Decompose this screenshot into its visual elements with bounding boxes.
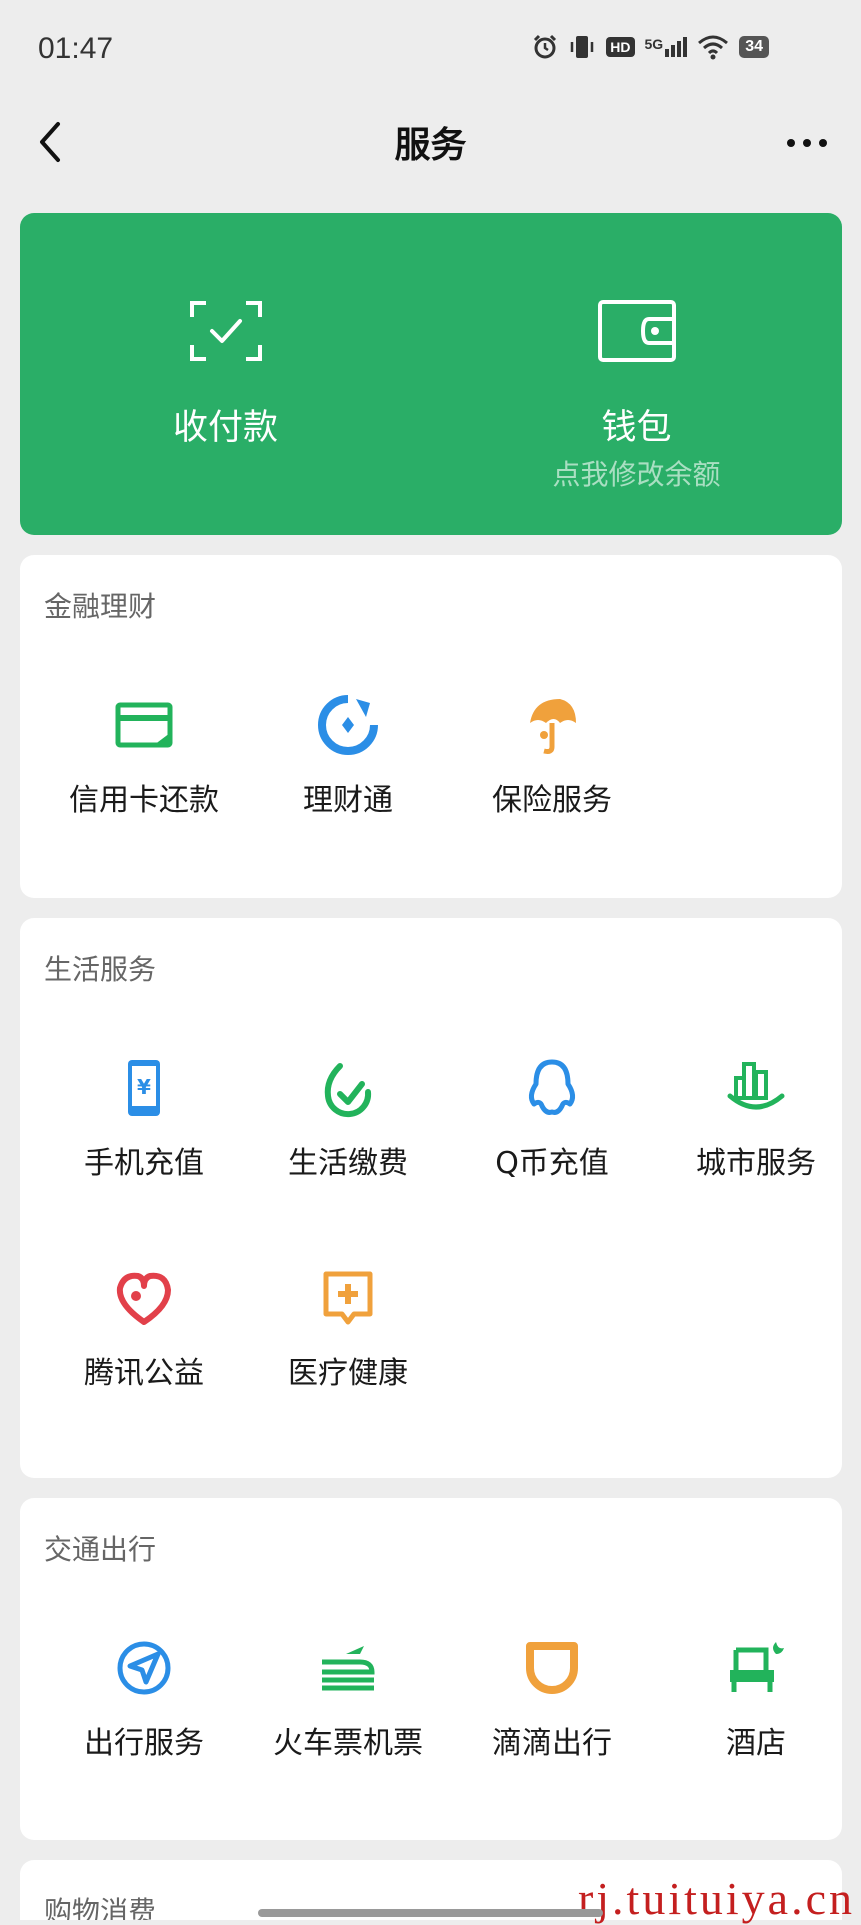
status-bar: 01:47 HD 5G 34: [0, 0, 861, 100]
wallet-button[interactable]: 钱包 点我修改余额: [431, 213, 842, 535]
service-label: 城市服务: [696, 1146, 816, 1181]
service-label: 酒店: [726, 1726, 786, 1761]
page-title: 服务: [394, 125, 467, 166]
battery-icon: 34: [739, 36, 769, 58]
more-button[interactable]: [779, 118, 835, 168]
phone-yen-icon: ¥: [128, 1060, 160, 1116]
didi-icon: [526, 1642, 578, 1694]
network-type: 5G: [644, 36, 664, 52]
home-indicator[interactable]: [258, 1909, 603, 1917]
heart-icon: [116, 1272, 171, 1325]
mobile-topup-item[interactable]: ¥ 手机充值: [42, 1028, 246, 1181]
life-services-section: 生活服务 ¥ 手机充值 生活缴费 Q币充值 城市服务 腾讯公益 医疗健康: [20, 918, 842, 1478]
service-label: 信用卡还款: [69, 783, 219, 818]
service-label: 滴滴出行: [492, 1726, 612, 1761]
scan-check-icon: [189, 301, 262, 361]
qcoin-topup-item[interactable]: Q币充值: [450, 1028, 654, 1181]
hd-icon: HD: [606, 37, 635, 57]
service-label: 理财通: [303, 783, 393, 818]
navigation-arrow-icon: [117, 1641, 171, 1695]
train-flight-item[interactable]: 火车票机票: [246, 1608, 450, 1761]
transport-section: 交通出行 出行服务 火车票机票 滴滴出行 酒店: [20, 1498, 842, 1840]
service-label: 医疗健康: [288, 1356, 408, 1391]
city-buildings-icon: [727, 1062, 785, 1110]
vibrate-icon: [571, 36, 594, 58]
signal-icon: 5G: [645, 37, 688, 57]
medical-health-item[interactable]: 医疗健康: [246, 1238, 450, 1391]
wallet-sub-label: 点我修改余额: [552, 458, 721, 491]
wealth-icon: [318, 695, 378, 755]
pay-receive-label: 收付款: [172, 408, 278, 448]
check-leaf-icon: [324, 1063, 372, 1118]
umbrella-icon: [530, 699, 576, 754]
credit-card-repay-item[interactable]: 信用卡还款: [42, 665, 246, 818]
section-title: 金融理财: [44, 590, 157, 623]
medical-cross-icon: [323, 1271, 373, 1325]
alarm-icon: [534, 34, 557, 59]
more-icon: [787, 139, 827, 147]
service-label: 生活缴费: [288, 1146, 408, 1181]
service-label: 火车票机票: [273, 1726, 423, 1761]
svg-text:¥: ¥: [137, 1075, 151, 1099]
city-services-item[interactable]: 城市服务: [654, 1028, 858, 1181]
credit-card-icon: [115, 702, 173, 748]
hotel-item[interactable]: 酒店: [654, 1608, 858, 1761]
didi-item[interactable]: 滴滴出行: [450, 1608, 654, 1761]
wifi-icon: [698, 35, 729, 60]
wealth-item[interactable]: 理财通: [246, 665, 450, 818]
wallet-label: 钱包: [601, 408, 672, 448]
hero-panel: 收付款 钱包 点我修改余额: [20, 213, 842, 535]
status-time: 01:47: [38, 32, 114, 65]
utility-bill-item[interactable]: 生活缴费: [246, 1028, 450, 1181]
hotel-bed-icon: [730, 1642, 784, 1692]
nav-bar: 服务: [0, 100, 861, 184]
service-label: 手机充值: [84, 1146, 204, 1181]
pay-receive-button[interactable]: 收付款: [20, 213, 431, 535]
service-label: Q币充值: [495, 1146, 609, 1181]
qq-penguin-icon: [528, 1059, 576, 1115]
section-title: 生活服务: [44, 953, 157, 986]
section-title: 购物消费: [44, 1895, 157, 1920]
finance-section: 金融理财 信用卡还款 理财通 保险服务: [20, 555, 842, 898]
travel-service-item[interactable]: 出行服务: [42, 1608, 246, 1761]
system-icons: HD 5G 34: [532, 34, 769, 60]
tencent-charity-item[interactable]: 腾讯公益: [42, 1238, 246, 1391]
service-label: 出行服务: [84, 1726, 204, 1761]
section-title: 交通出行: [44, 1533, 157, 1566]
train-plane-icon: [322, 1646, 375, 1691]
watermark-text: rj.tuituiya.cn: [577, 1873, 855, 1924]
wallet-icon: [597, 300, 676, 362]
service-label: 腾讯公益: [84, 1356, 204, 1391]
insurance-item[interactable]: 保险服务: [450, 665, 654, 818]
service-label: 保险服务: [492, 783, 612, 818]
